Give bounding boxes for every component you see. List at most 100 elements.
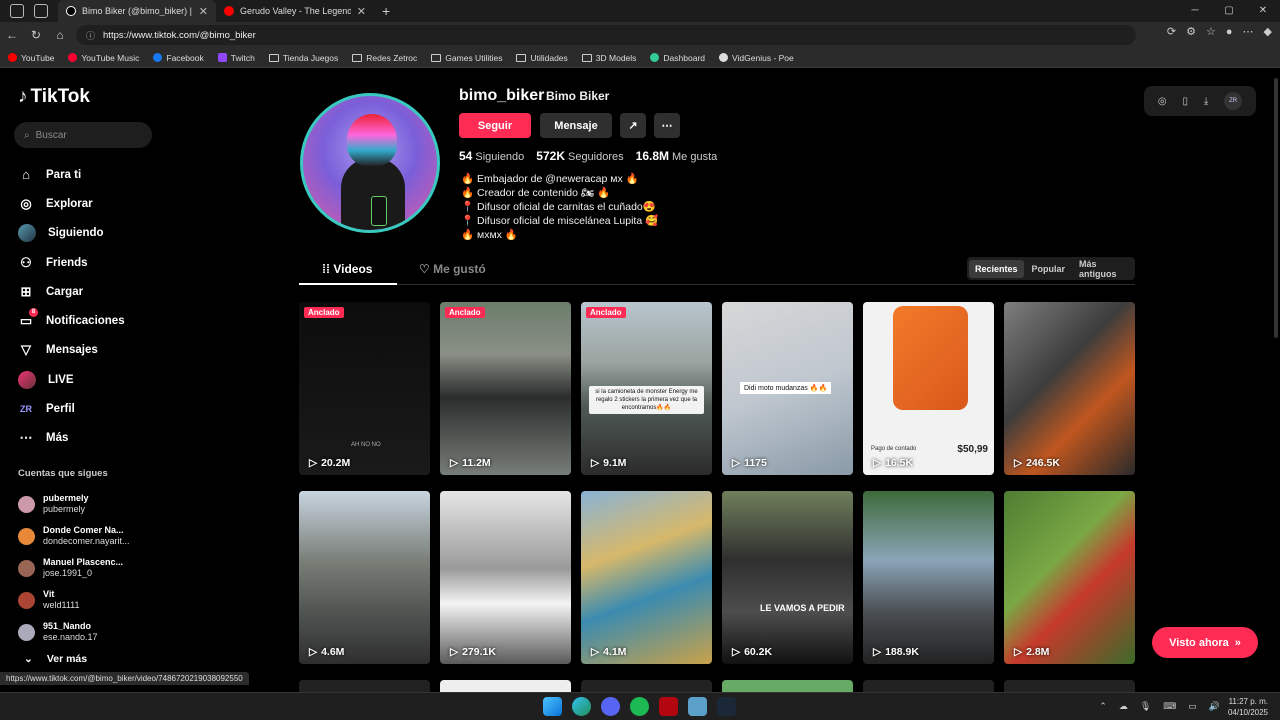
sidebar-item-para-ti[interactable]: ⌂ Para ti <box>18 160 125 189</box>
mic-icon[interactable]: 🎙 <box>1140 701 1151 712</box>
close-window-icon[interactable]: ✕ <box>1246 0 1280 22</box>
watched-now-button[interactable]: Visto ahora » <box>1152 627 1258 658</box>
following-stat[interactable]: 54 Siguiendo <box>459 149 524 163</box>
bookmark-0[interactable]: YouTube <box>8 53 54 63</box>
close-tab-icon[interactable]: ✕ <box>199 5 208 18</box>
following-item[interactable]: Vit weld1111 <box>18 584 130 616</box>
edge-icon[interactable] <box>572 697 591 716</box>
sort-mas-antiguos[interactable]: Más antiguos <box>1073 255 1133 283</box>
likes-stat: 16.8M Me gusta <box>636 149 718 163</box>
reload-icon[interactable]: ↻ <box>24 28 48 42</box>
user-avatar[interactable]: ZR <box>1224 92 1243 110</box>
discord-icon[interactable] <box>601 697 620 716</box>
browser-tab-tiktok[interactable]: Bimo Biker (@bimo_biker) | TikTok ✕ <box>58 0 216 22</box>
extensions-icon[interactable]: ⚙ <box>1186 25 1196 38</box>
sidebar-item-friends[interactable]: ⚇ Friends <box>18 248 125 277</box>
steam-icon[interactable] <box>717 697 736 716</box>
video-card[interactable]: ▷ 4.6M <box>299 491 430 664</box>
app-icon[interactable] <box>688 697 707 716</box>
video-card[interactable]: ▷ 4.1M <box>581 491 712 664</box>
video-card[interactable]: ▷ 246.5K <box>1004 302 1135 475</box>
compass-tool-icon[interactable]: ◎ <box>1158 96 1167 107</box>
avatar <box>18 559 35 577</box>
sidebar-item-explorar[interactable]: ◎ Explorar <box>18 189 125 218</box>
video-card[interactable]: ▷ 2.8M <box>1004 491 1135 664</box>
copilot-icon[interactable]: ◆ <box>1264 25 1272 38</box>
video-card[interactable]: Didi moto mudanzas 🔥🔥 ▷ 1175 <box>722 302 853 475</box>
spotify-icon[interactable] <box>630 697 649 716</box>
device-icon[interactable]: ▯ <box>1182 96 1188 107</box>
bookmark-1[interactable]: YouTube Music <box>68 53 139 63</box>
keyboard-icon[interactable]: ⌨ <box>1163 701 1176 712</box>
sort-popular[interactable]: Popular <box>1026 260 1072 278</box>
sort-recientes[interactable]: Recientes <box>969 259 1024 278</box>
see-more-button[interactable]: ⌄ Ver más <box>24 653 87 665</box>
tab-actions-icon[interactable] <box>34 4 48 18</box>
following-item[interactable]: Manuel Plascenc... jose.1991_0 <box>18 552 130 584</box>
download-icon[interactable]: ⤓ <box>1204 96 1208 107</box>
bookmark-5[interactable]: Redes Zetroc <box>352 53 417 63</box>
clock[interactable]: 11:27 p. m. 04/10/2025 <box>1228 696 1268 718</box>
cloud-icon[interactable]: ☁ <box>1119 701 1128 712</box>
sidebar-item-live[interactable]: LIVE <box>18 365 125 394</box>
back-icon[interactable]: ← <box>0 28 24 42</box>
sidebar-item-mas[interactable]: ⋯ Más <box>18 424 125 453</box>
following-item[interactable]: 951_Nando ese.nando.17 <box>18 616 130 648</box>
bookmark-4[interactable]: Tienda Juegos <box>268 53 338 63</box>
pinned-badge: Anclado <box>586 307 626 318</box>
message-button[interactable]: Mensaje <box>540 113 612 138</box>
profile-avatar-icon[interactable]: ● <box>1226 26 1233 38</box>
friends-icon: ⚇ <box>20 254 32 270</box>
tiktok-logo[interactable]: ♪ TikTok <box>18 86 90 108</box>
follow-button[interactable]: Seguir <box>459 113 531 138</box>
video-card[interactable]: LE VAMOS A PEDIR ▷ 60.2K <box>722 491 853 664</box>
favorites-icon[interactable]: ☆ <box>1206 25 1216 38</box>
netflix-icon[interactable] <box>659 697 678 716</box>
sidebar-item-notificaciones[interactable]: ▭ 8 Notificaciones <box>18 306 125 335</box>
browser-tab-youtube[interactable]: Gerudo Valley - The Legend of Ze ✕ <box>216 0 374 22</box>
minimize-icon[interactable]: ─ <box>1178 0 1212 22</box>
windows-start-icon[interactable] <box>543 697 562 716</box>
video-card[interactable]: Pago de contado $50,99 ▷ 16.5K <box>863 302 994 475</box>
sidebar-item-mensajes[interactable]: ▽ Mensajes <box>18 336 125 365</box>
bookmark-3[interactable]: Twitch <box>217 53 255 63</box>
bookmark-label: YouTube <box>21 52 55 63</box>
bookmark-7[interactable]: Utilidades <box>516 53 568 63</box>
maximize-icon[interactable]: ▢ <box>1212 0 1246 22</box>
video-card[interactable]: Anclado AH NO NO ▷ 20.2M <box>299 302 430 475</box>
bookmark-6[interactable]: Games Utilities <box>431 53 502 63</box>
bookmark-8[interactable]: 3D Models <box>581 53 636 63</box>
video-card[interactable]: ▷ 188.9K <box>863 491 994 664</box>
tab-videos[interactable]: ⁞⁞ Videos <box>322 262 372 276</box>
sidebar-item-perfil[interactable]: ZR Perfil <box>18 394 125 423</box>
sidebar-item-siguiendo[interactable]: Siguiendo <box>18 219 125 248</box>
following-item[interactable]: pubermely pubermely <box>18 488 130 520</box>
home-browser-icon[interactable]: ⌂ <box>48 28 72 42</box>
followers-stat[interactable]: 572K Seguidores <box>536 149 623 163</box>
volume-icon[interactable]: 🔊 <box>1209 701 1220 712</box>
new-tab-icon[interactable]: + <box>382 3 390 19</box>
bookmark-9[interactable]: Dashboard <box>650 53 705 63</box>
workspaces-icon[interactable] <box>10 4 24 18</box>
bookmark-10[interactable]: VidGenius - Poe <box>719 53 794 63</box>
scrollbar[interactable] <box>1274 78 1278 338</box>
display-icon[interactable]: ▭ <box>1188 701 1197 712</box>
site-info-icon[interactable]: ⓘ <box>86 29 95 42</box>
tray-chevron-icon[interactable]: ⌃ <box>1099 701 1107 712</box>
tab-liked[interactable]: ♡ Me gustó <box>419 262 486 276</box>
search-input[interactable]: ⌕ Buscar <box>14 122 152 148</box>
video-card[interactable]: Anclado si la camioneta de monster Energ… <box>581 302 712 475</box>
share-icon[interactable]: ↗ <box>620 113 646 138</box>
menu-icon[interactable]: ⋯ <box>1243 25 1254 38</box>
video-card[interactable]: Anclado ▷ 11.2M <box>440 302 571 475</box>
profile-username: bimo_biker <box>459 87 545 104</box>
more-options-icon[interactable]: ⋯ <box>654 113 680 138</box>
refresh-ext-icon[interactable]: ⟳ <box>1167 25 1176 38</box>
profile-avatar[interactable] <box>300 93 440 233</box>
video-card[interactable]: ▷ 279.1K <box>440 491 571 664</box>
following-item[interactable]: Donde Comer Na... dondecomer.nayarit... <box>18 520 130 552</box>
url-field[interactable]: ⓘ https://www.tiktok.com/@bimo_biker <box>76 25 1136 45</box>
close-tab-icon[interactable]: ✕ <box>357 5 366 18</box>
bookmark-2[interactable]: Facebook <box>153 53 204 63</box>
sidebar-item-cargar[interactable]: ⊞ Cargar <box>18 277 125 306</box>
